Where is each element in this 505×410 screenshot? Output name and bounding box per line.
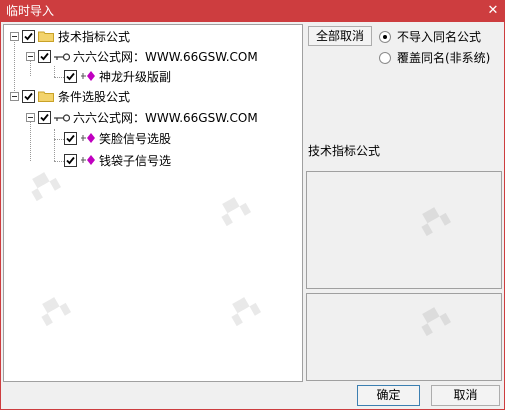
description-panel: [306, 293, 502, 381]
checkmark-icon: [24, 92, 33, 100]
radio-no-import[interactable]: 不导入同名公式: [379, 28, 481, 45]
tree-group[interactable]: 技术指标公式: [10, 27, 130, 45]
tree-connector: [54, 77, 64, 78]
item-label: 笑脸信号选股: [99, 131, 172, 146]
checkmark-icon: [40, 52, 49, 60]
close-icon[interactable]: ✕: [485, 3, 501, 19]
checkmark-icon: [66, 156, 75, 164]
tree-source[interactable]: 六六公式网：WWW.66GSW.COM: [26, 47, 258, 65]
detail-panel: [306, 171, 502, 289]
formula-icon: [80, 154, 96, 166]
checkmark-icon: [66, 134, 75, 142]
collapse-icon[interactable]: [26, 112, 35, 122]
checkmark-icon: [66, 72, 75, 80]
folder-icon: [38, 90, 54, 102]
item-checkbox[interactable]: [64, 69, 77, 83]
formula-icon: [80, 132, 96, 144]
folder-icon: [38, 30, 54, 42]
group-label: 技术指标公式: [58, 29, 131, 44]
tree-item[interactable]: 钱袋子信号选: [64, 151, 171, 169]
source-label: 六六公式网：WWW.66GSW.COM: [73, 49, 258, 64]
detail-label: 技术指标公式: [308, 144, 381, 158]
item-checkbox[interactable]: [64, 131, 77, 145]
window-title: 临时导入: [6, 4, 55, 18]
key-icon: [54, 51, 71, 61]
cancel-button[interactable]: 取消: [431, 385, 500, 406]
source-label: 六六公式网：WWW.66GSW.COM: [73, 110, 258, 125]
collapse-icon[interactable]: [26, 51, 35, 61]
collapse-icon[interactable]: [10, 91, 19, 101]
item-label: 神龙升级版副: [99, 69, 172, 84]
group-label: 条件选股公式: [58, 89, 131, 104]
formula-icon: [80, 70, 96, 82]
title-bar: 临时导入 ✕: [0, 0, 505, 22]
radio-button[interactable]: [379, 30, 391, 43]
checkmark-icon: [24, 32, 33, 40]
tree-connector: [54, 129, 55, 161]
radio-label: 覆盖同名(非系统): [397, 51, 491, 65]
deselect-all-button[interactable]: 全部取消: [308, 26, 372, 46]
ok-button[interactable]: 确定: [357, 385, 420, 406]
tree-connector: [54, 139, 64, 140]
radio-label: 不导入同名公式: [397, 30, 482, 44]
tree-item[interactable]: 神龙升级版副: [64, 67, 171, 85]
group-checkbox[interactable]: [22, 89, 35, 103]
tree-source[interactable]: 六六公式网：WWW.66GSW.COM: [26, 108, 258, 126]
tree-connector: [54, 66, 55, 77]
tree-connector: [30, 121, 31, 161]
item-checkbox[interactable]: [64, 153, 77, 167]
group-checkbox[interactable]: [22, 29, 35, 43]
source-checkbox[interactable]: [38, 49, 51, 63]
radio-overwrite[interactable]: 覆盖同名(非系统): [379, 49, 490, 66]
formula-tree[interactable]: 技术指标公式 六六公式网：WWW.66GSW.COM 神龙升级版副 条件选股公式: [3, 24, 303, 382]
collapse-icon[interactable]: [10, 31, 19, 41]
source-checkbox[interactable]: [38, 110, 51, 124]
tree-connector: [54, 161, 64, 162]
tree-group[interactable]: 条件选股公式: [10, 87, 130, 105]
tree-item[interactable]: 笑脸信号选股: [64, 129, 171, 147]
radio-button[interactable]: [379, 51, 391, 64]
checkmark-icon: [40, 113, 49, 121]
key-icon: [54, 112, 71, 122]
item-label: 钱袋子信号选: [99, 153, 172, 168]
